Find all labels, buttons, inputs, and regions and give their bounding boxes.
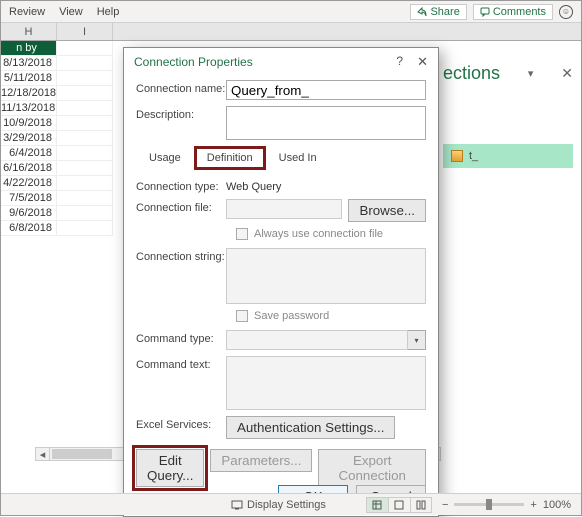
tab-used-in[interactable]: Used In: [268, 148, 328, 168]
zoom-thumb[interactable]: [486, 499, 492, 510]
tab-help[interactable]: Help: [97, 6, 120, 18]
zoom-slider[interactable]: [454, 503, 524, 506]
cell[interactable]: 8/13/2018: [1, 56, 57, 71]
cell[interactable]: [57, 56, 113, 71]
close-icon[interactable]: ✕: [417, 54, 428, 70]
view-buttons: [366, 497, 432, 513]
display-settings-button[interactable]: Display Settings: [231, 499, 326, 511]
always-use-checkbox[interactable]: [236, 228, 248, 240]
label-command-type: Command type:: [136, 330, 226, 345]
dialog-titlebar[interactable]: Connection Properties ? ✕: [124, 48, 438, 76]
cell[interactable]: [57, 41, 113, 56]
cell[interactable]: 4/22/2018: [1, 176, 57, 191]
scroll-thumb[interactable]: [52, 449, 112, 459]
label-command-text: Command text:: [136, 356, 226, 371]
connections-pane: ections ▾ ✕ t_: [443, 63, 573, 168]
pane-dropdown-icon[interactable]: ▾: [528, 67, 534, 80]
edit-query-button[interactable]: Edit Query...: [136, 449, 204, 487]
command-type-select: [226, 330, 408, 350]
display-settings-label: Display Settings: [247, 499, 326, 511]
connection-item[interactable]: t_: [443, 144, 573, 168]
cell[interactable]: 6/8/2018: [1, 221, 57, 236]
cell[interactable]: [57, 161, 113, 176]
zoom-in-button[interactable]: +: [530, 499, 536, 511]
share-label: Share: [430, 6, 459, 18]
cell[interactable]: [57, 86, 113, 101]
scroll-left-icon[interactable]: ◂: [36, 448, 50, 460]
chevron-down-icon[interactable]: ▾: [408, 330, 426, 350]
tab-review[interactable]: Review: [9, 6, 45, 18]
status-bar: Display Settings − + 100%: [1, 493, 581, 515]
connection-name-input[interactable]: [226, 80, 426, 100]
ribbon-tabs: Review View Help: [9, 6, 119, 18]
cell[interactable]: [57, 206, 113, 221]
tab-view[interactable]: View: [59, 6, 83, 18]
tab-definition[interactable]: Definition: [196, 148, 264, 168]
cell[interactable]: 11/13/2018: [1, 101, 57, 116]
ribbon: Review View Help Share Comments ☺: [1, 1, 581, 23]
col-header-i[interactable]: I: [57, 23, 113, 40]
auth-settings-button[interactable]: Authentication Settings...: [226, 416, 395, 439]
save-password-checkbox[interactable]: [236, 310, 248, 322]
description-input[interactable]: [226, 106, 426, 140]
label-connection-type: Connection type:: [136, 178, 226, 193]
dialog-tabs: Usage Definition Used In: [136, 148, 426, 168]
connection-item-label: t_: [469, 150, 478, 162]
always-use-label: Always use connection file: [254, 228, 383, 240]
share-button[interactable]: Share: [410, 4, 466, 20]
page-break-view-icon[interactable]: [410, 497, 432, 513]
connection-properties-dialog: Connection Properties ? ✕ Connection nam…: [123, 47, 439, 517]
col-header-h[interactable]: H: [1, 23, 57, 40]
pane-close-icon[interactable]: ✕: [561, 65, 573, 82]
share-icon: [417, 7, 427, 17]
command-text-input: [226, 356, 426, 410]
comment-icon: [480, 7, 490, 17]
zoom-value[interactable]: 100%: [543, 499, 571, 511]
label-description: Description:: [136, 106, 226, 121]
cell[interactable]: [57, 116, 113, 131]
zoom-out-button[interactable]: −: [442, 499, 448, 511]
pane-title: ections: [443, 63, 500, 84]
cell[interactable]: 10/9/2018: [1, 116, 57, 131]
cell[interactable]: [57, 131, 113, 146]
cell[interactable]: [57, 146, 113, 161]
cell[interactable]: 9/6/2018: [1, 206, 57, 221]
zoom-control: − + 100%: [442, 499, 571, 511]
table-header-cell[interactable]: n by: [1, 41, 57, 56]
column-headers: H I: [1, 23, 581, 41]
browse-button[interactable]: Browse...: [348, 199, 426, 222]
page-layout-view-icon[interactable]: [388, 497, 410, 513]
connection-type-value: Web Query: [226, 178, 281, 193]
database-icon: [451, 150, 463, 162]
help-icon[interactable]: ?: [396, 54, 403, 70]
cell[interactable]: 6/4/2018: [1, 146, 57, 161]
parameters-button: Parameters...: [210, 449, 312, 472]
save-password-label: Save password: [254, 310, 329, 322]
cell[interactable]: 3/29/2018: [1, 131, 57, 146]
cell[interactable]: [57, 221, 113, 236]
connection-file-input: [226, 199, 342, 219]
dialog-title: Connection Properties: [134, 55, 253, 69]
cell[interactable]: 12/18/2018: [1, 86, 57, 101]
tab-usage[interactable]: Usage: [138, 148, 192, 168]
cell[interactable]: 6/16/2018: [1, 161, 57, 176]
label-connection-string: Connection string:: [136, 248, 226, 263]
label-excel-services: Excel Services:: [136, 416, 226, 431]
connection-string-input: [226, 248, 426, 304]
monitor-icon: [231, 500, 243, 510]
cell[interactable]: [57, 191, 113, 206]
cell[interactable]: [57, 176, 113, 191]
cell[interactable]: [57, 71, 113, 86]
workspace: H I n by 8/13/2018 5/11/2018 12/18/2018 …: [1, 23, 581, 489]
comments-label: Comments: [493, 6, 546, 18]
label-connection-file: Connection file:: [136, 199, 226, 214]
label-connection-name: Connection name:: [136, 80, 226, 95]
normal-view-icon[interactable]: [366, 497, 388, 513]
feedback-icon[interactable]: ☺: [559, 5, 573, 19]
cell[interactable]: [57, 101, 113, 116]
cell[interactable]: 5/11/2018: [1, 71, 57, 86]
comments-button[interactable]: Comments: [473, 4, 553, 20]
cell[interactable]: 7/5/2018: [1, 191, 57, 206]
